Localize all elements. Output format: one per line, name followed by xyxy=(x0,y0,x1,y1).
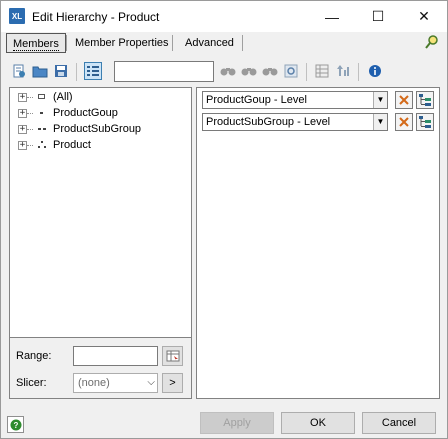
binoculars-prev-icon[interactable] xyxy=(261,62,279,80)
level-two-icon xyxy=(36,124,48,134)
tab-advanced[interactable]: Advanced xyxy=(179,33,240,53)
range-input[interactable] xyxy=(73,346,158,366)
ok-button[interactable]: OK xyxy=(281,412,355,434)
close-button[interactable]: ✕ xyxy=(401,1,447,32)
tab-strip: Members Member Properties Advanced xyxy=(4,32,444,54)
tab-divider xyxy=(172,35,173,51)
sort-icon[interactable] xyxy=(334,62,352,80)
level-select[interactable]: ProductSubGroup - Level ▼ xyxy=(202,113,388,131)
all-level-icon xyxy=(36,92,48,102)
dialog-footer: ? Apply OK Cancel xyxy=(1,405,447,438)
delete-x-icon xyxy=(399,117,409,127)
help-button[interactable]: ? xyxy=(7,416,24,433)
tab-divider xyxy=(66,35,67,51)
tree-item-label: Product xyxy=(53,139,91,151)
remove-level-button[interactable] xyxy=(395,91,413,109)
chevron-down-icon: ⌵ xyxy=(147,377,155,388)
range-picker-button[interactable] xyxy=(162,346,183,366)
delete-x-icon xyxy=(399,95,409,105)
slicer-value: (none) xyxy=(78,377,110,389)
level-one-icon xyxy=(36,108,48,118)
apply-button[interactable]: Apply xyxy=(200,412,274,434)
member-tree[interactable]: + (All) + ProductGoup + ProductSubGroup … xyxy=(10,88,191,338)
expand-icon[interactable]: + xyxy=(18,92,27,102)
level-value: ProductSubGroup - Level xyxy=(206,116,331,128)
slicer-select[interactable]: (none) ⌵ xyxy=(73,373,158,393)
maximize-button[interactable]: ☐ xyxy=(355,1,401,32)
level-tree-icon xyxy=(419,116,431,128)
level-three-icon xyxy=(36,140,48,150)
tree-item-productsubgroup[interactable]: + ProductSubGroup xyxy=(18,121,141,137)
tree-connector xyxy=(27,128,33,130)
slicer-row: Slicer: (none) ⌵ > xyxy=(10,373,191,395)
tree-connector xyxy=(27,112,33,114)
member-search-input[interactable] xyxy=(114,61,214,82)
tree-item-product[interactable]: + Product xyxy=(18,137,91,153)
tab-members[interactable]: Members xyxy=(6,33,66,53)
tab-divider xyxy=(242,35,243,51)
expand-icon[interactable]: + xyxy=(18,124,27,134)
level-value: ProductGoup - Level xyxy=(206,94,307,106)
level-row: ProductGoup - Level ▼ xyxy=(202,91,436,109)
members-pane: + (All) + ProductGoup + ProductSubGroup … xyxy=(9,87,192,399)
minimize-button[interactable]: — xyxy=(309,1,355,32)
tree-connector xyxy=(27,96,33,98)
window-title: Edit Hierarchy - Product xyxy=(32,10,160,24)
toolbar-separator xyxy=(358,63,359,81)
level-tree-icon xyxy=(419,94,431,106)
tab-member-properties[interactable]: Member Properties xyxy=(69,33,175,53)
tree-view-icon[interactable] xyxy=(84,62,102,80)
edit-hierarchy-dialog: XL Edit Hierarchy - Product — ☐ ✕ Member… xyxy=(0,0,448,439)
range-row: Range: xyxy=(10,346,191,368)
title-bar: XL Edit Hierarchy - Product — ☐ ✕ xyxy=(1,1,447,32)
tree-item-label: ProductGoup xyxy=(53,107,118,119)
slicer-label: Slicer: xyxy=(16,377,47,389)
range-label: Range: xyxy=(16,350,52,362)
level-settings-button[interactable] xyxy=(416,91,434,109)
expand-icon[interactable]: + xyxy=(18,140,27,150)
tree-item-label: ProductSubGroup xyxy=(53,123,142,135)
save-icon[interactable] xyxy=(52,62,70,80)
magnifier-icon[interactable] xyxy=(424,34,440,53)
tree-item-all[interactable]: + (All) xyxy=(18,89,73,105)
toolbar-separator xyxy=(306,63,307,81)
level-select[interactable]: ProductGoup - Level ▼ xyxy=(202,91,388,109)
tab-members-label: Members xyxy=(13,38,59,51)
help-icon: ? xyxy=(10,419,21,430)
svg-text:?: ? xyxy=(13,421,18,430)
remove-level-button[interactable] xyxy=(395,113,413,131)
levels-pane: ProductGoup - Level ▼ ProductSubGroup - … xyxy=(196,87,440,399)
expand-icon[interactable]: + xyxy=(18,108,27,118)
app-icon: XL xyxy=(9,8,25,24)
info-icon[interactable] xyxy=(366,62,384,80)
new-icon[interactable] xyxy=(10,62,28,80)
find-icon[interactable] xyxy=(282,62,300,80)
slicer-go-button[interactable]: > xyxy=(162,373,183,393)
grid-icon[interactable] xyxy=(313,62,331,80)
tree-item-label: (All) xyxy=(53,91,73,103)
tree-connector xyxy=(27,144,33,146)
binoculars-icon[interactable] xyxy=(219,62,237,80)
tree-item-productgoup[interactable]: + ProductGoup xyxy=(18,105,118,121)
open-folder-icon[interactable] xyxy=(31,62,49,80)
chevron-down-icon[interactable]: ▼ xyxy=(373,114,387,130)
binoculars-next-icon[interactable] xyxy=(240,62,258,80)
toolbar xyxy=(4,59,444,85)
level-settings-button[interactable] xyxy=(416,113,434,131)
toolbar-separator xyxy=(76,63,77,81)
cancel-button[interactable]: Cancel xyxy=(362,412,436,434)
chevron-down-icon[interactable]: ▼ xyxy=(373,92,387,108)
level-row: ProductSubGroup - Level ▼ xyxy=(202,113,436,131)
